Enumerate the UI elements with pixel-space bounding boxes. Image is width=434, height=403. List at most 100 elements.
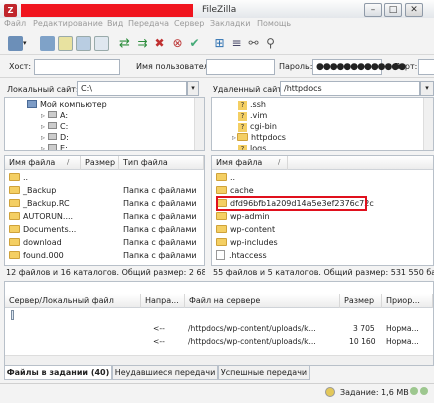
menu-help[interactable]: Помощь [257, 19, 291, 28]
site-manager-dropdown-icon[interactable]: ▾ [23, 36, 31, 51]
tree-item-cgi-bin[interactable]: ? cgi-bin [238, 121, 277, 132]
port-input[interactable] [418, 59, 434, 75]
local-list-header: Имя файла / Размер Тип файла [5, 156, 204, 170]
remote-status-text: 55 файлов и 5 каталогов. Общий размер: 5… [213, 268, 434, 277]
status-led-icon [410, 387, 418, 395]
menu-view[interactable]: Вид [107, 19, 123, 28]
list-item[interactable]: wp-includes [212, 237, 433, 250]
close-button[interactable]: ✕ [405, 3, 423, 17]
highlight-box [216, 196, 367, 211]
tab-failed-transfers[interactable]: Неудавшиеся передачи [112, 366, 218, 380]
tree-item-vim[interactable]: ? .vim [238, 110, 267, 121]
folder-icon [9, 186, 20, 194]
menu-server[interactable]: Сервер [174, 19, 204, 28]
col-direction[interactable]: Напра... [141, 294, 185, 308]
list-item[interactable]: wp-admin [212, 211, 433, 224]
quickconnect-bar: Хост: Имя пользователя Пароль: ●●●●●●●●●… [0, 56, 434, 78]
tree-item-drive-e[interactable]: ▹ E: [41, 143, 68, 150]
col-priority[interactable]: Приор... [382, 294, 433, 308]
find-icon[interactable]: ⚲ [263, 36, 278, 51]
local-site-dropdown-icon[interactable]: ▾ [187, 81, 199, 96]
list-item[interactable]: download Папка с файлами [5, 237, 204, 250]
minimize-button[interactable]: – [364, 3, 382, 17]
list-item[interactable]: wp-content [212, 224, 433, 237]
username-input[interactable] [206, 59, 275, 75]
list-item[interactable]: found.000 Папка с файлами [5, 250, 204, 263]
list-item[interactable]: _Backup.RC Папка с файлами [5, 198, 204, 211]
local-file-list[interactable]: Имя файла / Размер Тип файла .. _Backup П… [4, 155, 205, 266]
unknown-folder-icon: ? [238, 112, 247, 121]
menu-file[interactable]: Файл [4, 19, 26, 28]
remote-site-label: Удаленный сайт: [213, 85, 285, 94]
sync-browse-icon[interactable]: ⚯ [246, 36, 261, 51]
sort-indicator-icon: / [67, 158, 70, 166]
list-item[interactable]: .. [212, 172, 433, 185]
tree-item-logs[interactable]: ? logs [238, 143, 266, 150]
tab-queued-files[interactable]: Файлы в задании (40) [4, 366, 112, 380]
maximize-button[interactable]: □ [384, 3, 402, 17]
folder-icon [9, 225, 20, 233]
menu-bookmarks[interactable]: Закладки [210, 19, 250, 28]
remote-tree-pane[interactable]: ? .ssh ? .vim ? cgi-bin ▹ httpdocs ? logs [211, 97, 434, 151]
table-row[interactable]: <-- /httpdocs/wp-content/uploads/k... 3 … [5, 323, 433, 336]
tree-item-drive-d[interactable]: ▹ D: [41, 132, 69, 143]
password-input[interactable]: ●●●●●●●●●●●●● [312, 59, 406, 75]
tree-item-ssh[interactable]: ? .ssh [238, 99, 266, 110]
status-bar: Задание: 1,6 MB [0, 383, 434, 403]
col-size[interactable]: Размер [81, 156, 119, 170]
remote-tree-scrollbar[interactable] [423, 98, 433, 150]
remote-list-header: Имя файла / [212, 156, 433, 170]
list-item[interactable]: .. [5, 172, 204, 185]
tab-successful-transfers[interactable]: Успешные передачи [218, 366, 310, 380]
cancel-icon[interactable]: ✖ [152, 36, 167, 51]
compare-icon[interactable]: ≡ [229, 36, 244, 51]
list-item[interactable]: AUTORUN.... Папка с файлами [5, 211, 204, 224]
disconnect-icon[interactable]: ⊗ [170, 36, 185, 51]
reconnect-icon[interactable]: ✔ [187, 36, 202, 51]
menu-transfer[interactable]: Передача [128, 19, 169, 28]
col-type[interactable]: Тип файла [119, 156, 204, 170]
drive-icon [48, 133, 58, 140]
list-item[interactable]: .htaccess [212, 250, 433, 263]
transfer-queue[interactable]: Сервер/Локальный файл Напра... Файл на с… [4, 281, 434, 366]
remote-site-dropdown-icon[interactable]: ▾ [420, 81, 434, 96]
queue-icon[interactable] [94, 36, 109, 51]
queue-size-text: Задание: 1,6 MB [340, 388, 409, 397]
col-remote-file[interactable]: Файл на сервере [185, 294, 340, 308]
filter-icon[interactable]: ⊞ [212, 36, 227, 51]
local-site-label: Локальный сайт: [7, 85, 79, 94]
message-log-icon[interactable] [40, 36, 55, 51]
local-tree-icon[interactable] [58, 36, 73, 51]
remote-site-input[interactable]: /httpdocs [280, 81, 420, 96]
sort-indicator-icon: / [278, 158, 281, 166]
tree-item-httpdocs[interactable]: ▹ httpdocs [232, 132, 286, 143]
tree-item-my-computer[interactable]: Мой компьютер [27, 99, 107, 110]
tree-item-drive-c[interactable]: ▹ C: [41, 121, 68, 132]
queue-scrollbar[interactable] [5, 355, 433, 365]
drive-icon [48, 122, 58, 129]
menu-edit[interactable]: Редактирование [33, 19, 103, 28]
host-input[interactable] [34, 59, 120, 75]
process-queue-icon[interactable]: ⇉ [135, 36, 150, 51]
table-row[interactable]: <-- /httpdocs/wp-content/uploads/k... 10… [5, 336, 433, 349]
col-filename[interactable]: Имя файла [5, 156, 81, 170]
remote-file-list[interactable]: Имя файла / .. cache dfd96bfb1a209d14a5e… [211, 155, 434, 266]
remote-tree-icon[interactable] [76, 36, 91, 51]
unknown-folder-icon: ? [238, 123, 247, 132]
folder-icon [9, 238, 20, 246]
local-site-input[interactable]: C:\ [77, 81, 187, 96]
refresh-icon[interactable]: ⇄ [117, 36, 132, 51]
local-tree-scrollbar[interactable] [194, 98, 204, 150]
tree-item-drive-a[interactable]: ▹ A: [41, 110, 68, 121]
col-local-file[interactable]: Сервер/Локальный файл [5, 294, 141, 308]
folder-icon [9, 199, 20, 207]
local-tree-pane[interactable]: Мой компьютер ▹ A: ▹ C: ▹ D: ▹ E: [4, 97, 205, 151]
col-size[interactable]: Размер [340, 294, 382, 308]
folder-icon [216, 225, 227, 233]
list-item[interactable]: _Backup Папка с файлами [5, 185, 204, 198]
queue-header: Сервер/Локальный файл Напра... Файл на с… [5, 294, 433, 308]
site-manager-icon[interactable] [8, 36, 23, 51]
folder-icon [216, 238, 227, 246]
list-item[interactable]: Documents... Папка с файлами [5, 224, 204, 237]
col-filename[interactable]: Имя файла [212, 156, 288, 170]
